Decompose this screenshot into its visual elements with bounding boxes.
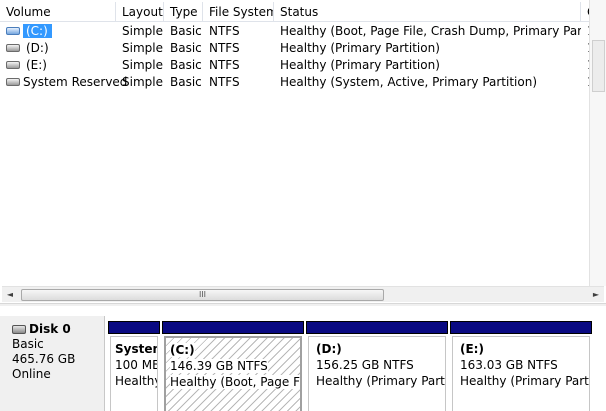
table-row[interactable]: (E:) Simple Basic NTFS Healthy (Primary … [0, 56, 589, 73]
volume-status: Healthy (Primary Partition) [280, 40, 440, 55]
volume-name: (D:) [26, 40, 49, 55]
volume-fs: NTFS [209, 57, 240, 72]
partition-d[interactable]: (D:) 156.25 GB NTFS Healthy (Primary Par… [306, 321, 448, 411]
column-volume[interactable]: Volume [0, 2, 116, 22]
partition-size: 156.25 GB NTFS [316, 358, 414, 372]
horizontal-scroll-thumb[interactable]: III [21, 289, 384, 301]
volume-icon [6, 44, 20, 52]
horizontal-scrollbar[interactable]: ◄ III ► [2, 286, 604, 302]
volume-capacity: 16 [581, 58, 589, 72]
column-status[interactable]: Status [274, 2, 581, 22]
partition-title: (E:) [460, 342, 484, 356]
volume-name: (E:) [26, 57, 47, 72]
table-row[interactable]: (D:) Simple Basic NTFS Healthy (Primary … [0, 39, 589, 56]
disk-name: Disk 0 [29, 322, 71, 336]
volume-status: Healthy (Primary Partition) [280, 57, 440, 72]
volume-capacity: 10 [581, 75, 589, 89]
partition-title: (C:) [170, 343, 195, 357]
vertical-scrollbar[interactable] [589, 0, 606, 286]
volume-type: Basic [170, 57, 202, 72]
volume-rows: (C:) Simple Basic NTFS Healthy (Boot, Pa… [0, 22, 589, 90]
table-row[interactable]: (C:) Simple Basic NTFS Healthy (Boot, Pa… [0, 22, 589, 39]
partition-c[interactable]: (C:) 146.39 GB NTFS Healthy (Boot, Page … [162, 321, 304, 411]
volume-status: Healthy (System, Active, Primary Partiti… [280, 74, 538, 89]
partition-title: (D:) [316, 342, 342, 356]
volume-icon [6, 78, 20, 86]
partition-bar [306, 321, 448, 334]
partition-size: 146.39 GB NTFS [170, 359, 268, 373]
volume-list-pane: Volume Layout Type File System Status C … [0, 0, 606, 304]
partition-health: Healthy [115, 374, 158, 388]
volume-type: Basic [170, 40, 202, 55]
disk-graphical-pane: Disk 0 Basic 465.76 GB Online System 100… [0, 306, 606, 411]
volume-fs: NTFS [209, 74, 240, 89]
table-row[interactable]: System Reserved Simple Basic NTFS Health… [0, 73, 589, 90]
disk-icon [12, 325, 26, 334]
volume-name: System Reserved [23, 74, 128, 89]
partition-size: 100 MB [115, 358, 158, 372]
volume-capacity: 14 [581, 24, 589, 38]
partition-system-reserved[interactable]: System 100 MB Healthy [108, 321, 160, 411]
partition-bar [162, 321, 304, 334]
column-file-system[interactable]: File System [203, 2, 274, 22]
vertical-scroll-thumb[interactable] [592, 40, 605, 92]
volume-status: Healthy (Boot, Page File, Crash Dump, Pr… [280, 23, 581, 38]
scroll-left-icon[interactable]: ◄ [3, 288, 17, 302]
disk-info[interactable]: Disk 0 Basic 465.76 GB Online [0, 316, 105, 411]
volume-icon [6, 27, 20, 35]
volume-capacity: 15 [581, 41, 589, 55]
volume-fs: NTFS [209, 23, 240, 38]
volume-name: (C:) [23, 23, 52, 38]
column-header: Volume Layout Type File System Status C [0, 2, 590, 22]
volume-layout: Simple [122, 57, 163, 72]
volume-layout: Simple [122, 23, 163, 38]
partition-bar [450, 321, 592, 334]
volume-type: Basic [170, 23, 202, 38]
disk-type: Basic [12, 337, 44, 351]
volume-fs: NTFS [209, 40, 240, 55]
volume-layout: Simple [122, 40, 163, 55]
partition-health: Healthy (Primary Partitio [460, 374, 589, 388]
volume-layout: Simple [122, 74, 163, 89]
partition-health: Healthy (Primary Partitic [316, 374, 445, 388]
partition-health: Healthy (Boot, Page File, [170, 375, 300, 389]
disk-size: 465.76 GB [12, 352, 76, 366]
partition-size: 163.03 GB NTFS [460, 358, 558, 372]
column-type[interactable]: Type [164, 2, 203, 22]
volume-type: Basic [170, 74, 202, 89]
disk-status: Online [12, 367, 51, 381]
partition-bar [108, 321, 160, 334]
scroll-right-icon[interactable]: ► [589, 288, 603, 302]
column-layout[interactable]: Layout [116, 2, 164, 22]
volume-icon [6, 61, 20, 69]
partition-title: System [115, 342, 157, 356]
partition-e[interactable]: (E:) 163.03 GB NTFS Healthy (Primary Par… [450, 321, 592, 411]
